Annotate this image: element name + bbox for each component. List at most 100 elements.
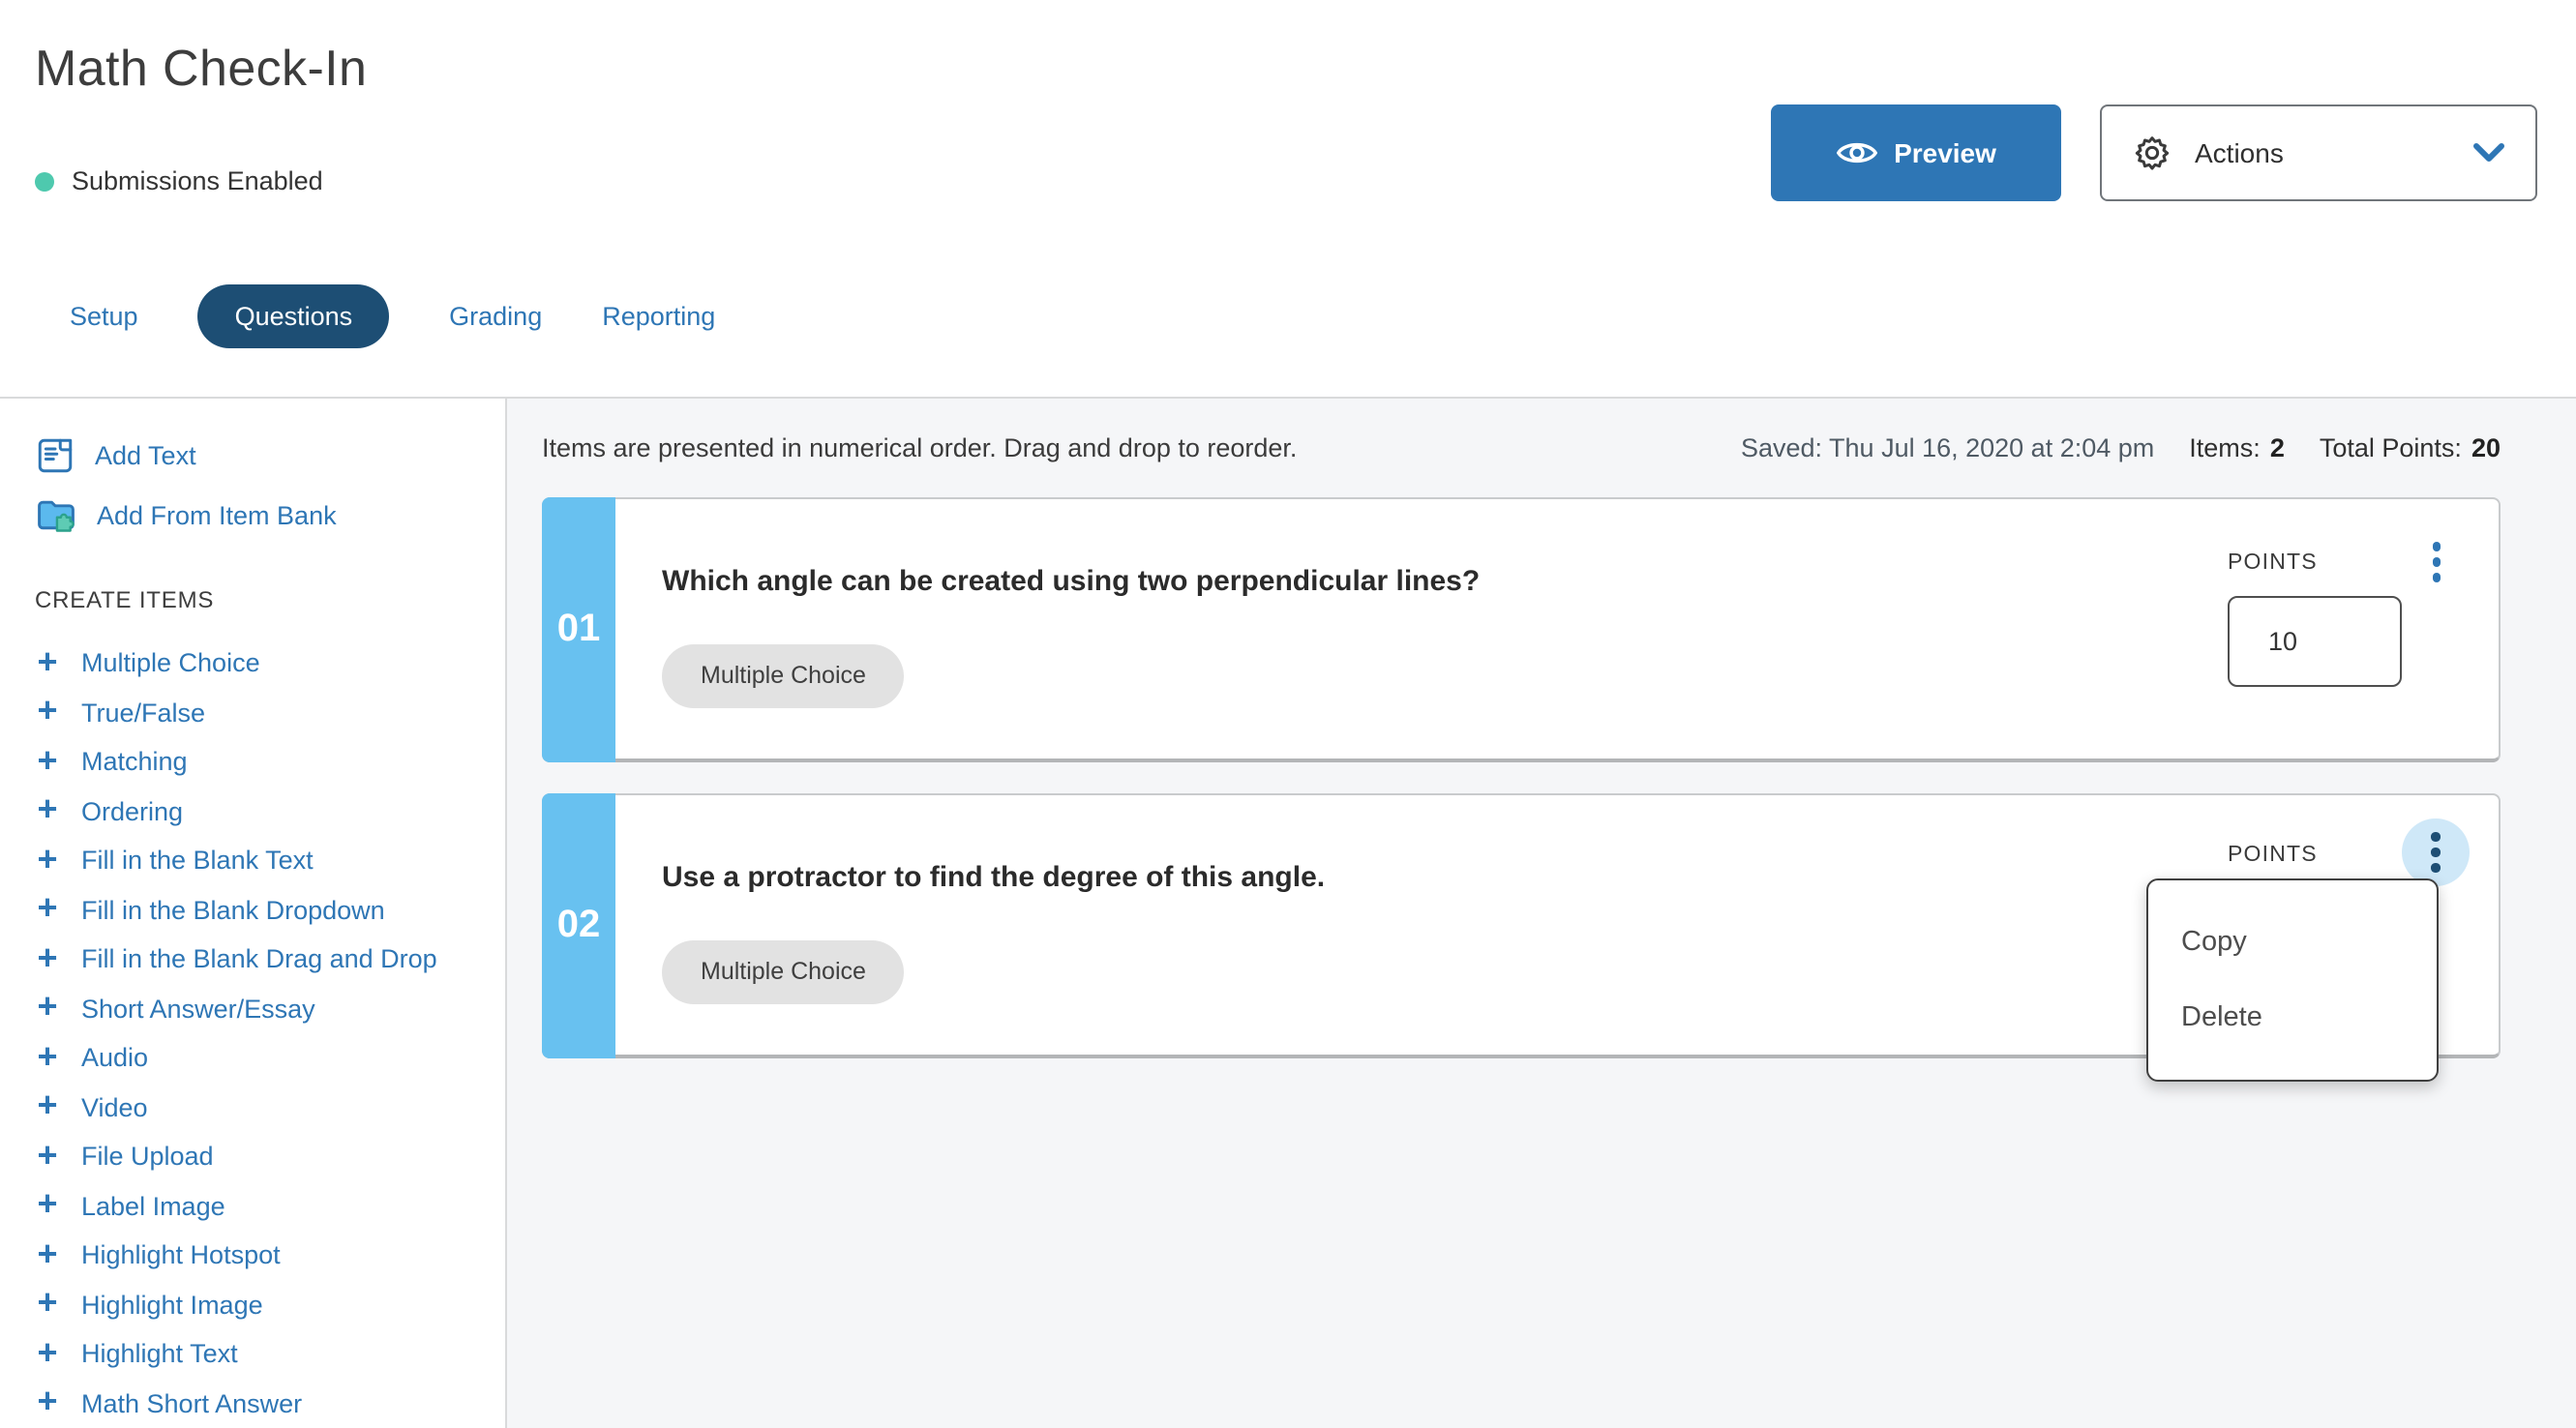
tab-reporting[interactable]: Reporting [602, 302, 715, 331]
create-item-label: Audio [81, 1044, 148, 1073]
create-item-label: Ordering [81, 797, 183, 826]
items-count-value: 2 [2270, 433, 2285, 462]
create-item-audio[interactable]: + Audio [35, 1033, 505, 1083]
create-item-fill-blank-text[interactable]: +Fill in the Blank Text [35, 836, 505, 885]
create-items-heading: CREATE ITEMS [35, 586, 505, 613]
tab-grading[interactable]: Grading [449, 302, 542, 331]
menu-item-delete[interactable]: Delete [2181, 1003, 2437, 1034]
question-text: Which angle can be created using two per… [662, 565, 1480, 598]
plus-icon: + [35, 1187, 60, 1222]
question-card: 02 Use a protractor to find the degree o… [542, 793, 2501, 1058]
question-number: 02 [557, 904, 601, 948]
plus-icon: + [35, 694, 60, 729]
create-item-label: Fill in the Blank Drag and Drop [81, 945, 437, 974]
document-icon [35, 434, 75, 475]
question-card: 01 Which angle can be created using two … [542, 497, 2501, 762]
points-input[interactable] [2228, 596, 2402, 687]
create-item-fill-blank-dropdown[interactable]: + Fill in the Blank Dropdown [35, 885, 505, 935]
question-number: 01 [557, 608, 601, 652]
create-item-label: Highlight Image [81, 1291, 263, 1320]
create-item-label: Math Short Answer [81, 1389, 302, 1418]
eye-icon [1836, 139, 1876, 166]
create-item-highlight-hotspot[interactable]: + Highlight Hotspot [35, 1231, 505, 1280]
create-item-file-upload[interactable]: + File Upload [35, 1132, 505, 1181]
total-points-value: 20 [2471, 433, 2501, 462]
add-from-item-bank-label: Add From Item Bank [97, 500, 337, 529]
create-item-label: Highlight Text [81, 1340, 238, 1369]
create-item-highlight-image[interactable]: + Highlight Image [35, 1280, 505, 1329]
create-item-label: Matching [81, 748, 188, 777]
plus-icon: + [35, 1236, 60, 1271]
folder-puzzle-icon [35, 493, 77, 536]
create-item-short-answer-essay[interactable]: + Short Answer/Essay [35, 984, 505, 1033]
page-header: Math Check-In Submissions Enabled Previe… [0, 0, 2576, 397]
context-menu: Copy Delete [2146, 878, 2439, 1082]
status-label: Submissions Enabled [72, 166, 323, 195]
create-item-label: File Upload [81, 1143, 214, 1172]
add-text-label: Add Text [95, 440, 196, 469]
question-text: Use a protractor to find the degree of t… [662, 861, 1325, 894]
plus-icon: + [35, 1039, 60, 1074]
chevron-down-icon [2473, 143, 2504, 163]
plus-icon: + [35, 743, 60, 778]
drag-handle[interactable]: 02 [542, 793, 615, 1058]
plus-icon: + [35, 891, 60, 926]
status-dot-icon [35, 171, 54, 191]
sidebar: Add Text Add From Item Bank CREATE ITEMS… [0, 399, 507, 1428]
create-item-multiple-choice[interactable]: +Multiple Choice [35, 639, 505, 688]
drag-handle[interactable]: 01 [542, 497, 615, 762]
preview-label: Preview [1894, 137, 1996, 168]
tab-setup[interactable]: Setup [70, 302, 138, 331]
plus-icon: + [35, 1088, 60, 1123]
plus-icon: + [35, 940, 60, 975]
gear-icon [2133, 134, 2172, 172]
question-type-pill: Multiple Choice [662, 644, 905, 708]
create-item-fill-blank-drag-drop[interactable]: + Fill in the Blank Drag and Drop [35, 935, 505, 984]
plus-icon: + [35, 842, 60, 877]
points-label: POINTS [2228, 551, 2318, 575]
create-items-list: +Multiple Choice +True/False +Matching +… [35, 639, 505, 1428]
add-text-button[interactable]: Add Text [35, 430, 505, 480]
saved-timestamp: Saved: Thu Jul 16, 2020 at 2:04 pm [1741, 433, 2154, 462]
save-meta: Saved: Thu Jul 16, 2020 at 2:04 pm Items… [1741, 433, 2501, 462]
plus-icon: + [35, 1286, 60, 1321]
submissions-status: Submissions Enabled [35, 166, 323, 195]
add-from-item-bank-button[interactable]: Add From Item Bank [35, 490, 505, 540]
create-item-true-false[interactable]: + True/False [35, 688, 505, 737]
body-row: Add Text Add From Item Bank CREATE ITEMS… [0, 399, 2576, 1428]
items-count-label: Items: [2189, 433, 2261, 462]
tab-questions[interactable]: Questions [198, 284, 390, 348]
tab-bar: Setup Questions Grading Reporting [70, 284, 715, 348]
actions-dropdown-button[interactable]: Actions [2100, 104, 2537, 201]
list-meta-row: Items are presented in numerical order. … [542, 433, 2501, 462]
create-item-video[interactable]: + Video [35, 1083, 505, 1132]
question-body: Which angle can be created using two per… [662, 565, 1480, 708]
create-item-label: Highlight Hotspot [81, 1241, 281, 1270]
create-item-highlight-text[interactable]: + Highlight Text [35, 1329, 505, 1379]
create-item-label: Short Answer/Essay [81, 995, 315, 1024]
preview-button[interactable]: Preview [1771, 104, 2061, 201]
create-item-label-image[interactable]: + Label Image [35, 1181, 505, 1231]
menu-item-copy[interactable]: Copy [2181, 926, 2437, 957]
plus-icon: + [35, 1138, 60, 1173]
create-item-math-short-answer[interactable]: + Math Short Answer [35, 1379, 505, 1428]
create-item-label: Fill in the Blank Dropdown [81, 896, 385, 925]
total-points: Total Points: 20 [2320, 433, 2501, 462]
reorder-instructions: Items are presented in numerical order. … [542, 433, 1297, 462]
question-type-pill: Multiple Choice [662, 940, 905, 1004]
create-item-label: True/False [81, 699, 205, 728]
plus-icon: + [35, 1384, 60, 1419]
create-item-label: Video [81, 1093, 148, 1122]
create-item-matching[interactable]: + Matching [35, 737, 505, 787]
plus-icon: + [35, 990, 60, 1025]
create-item-ordering[interactable]: +Ordering [35, 787, 505, 836]
kebab-icon-active[interactable] [2402, 818, 2470, 886]
question-body: Use a protractor to find the degree of t… [662, 861, 1325, 1004]
actions-label: Actions [2195, 137, 2284, 168]
create-item-label: Label Image [81, 1192, 225, 1221]
page-title: Math Check-In [35, 39, 367, 99]
create-item-label: Multiple Choice [81, 649, 260, 678]
kebab-icon[interactable] [2419, 542, 2454, 581]
plus-icon: + [35, 1335, 60, 1370]
points-label: POINTS [2228, 844, 2318, 867]
